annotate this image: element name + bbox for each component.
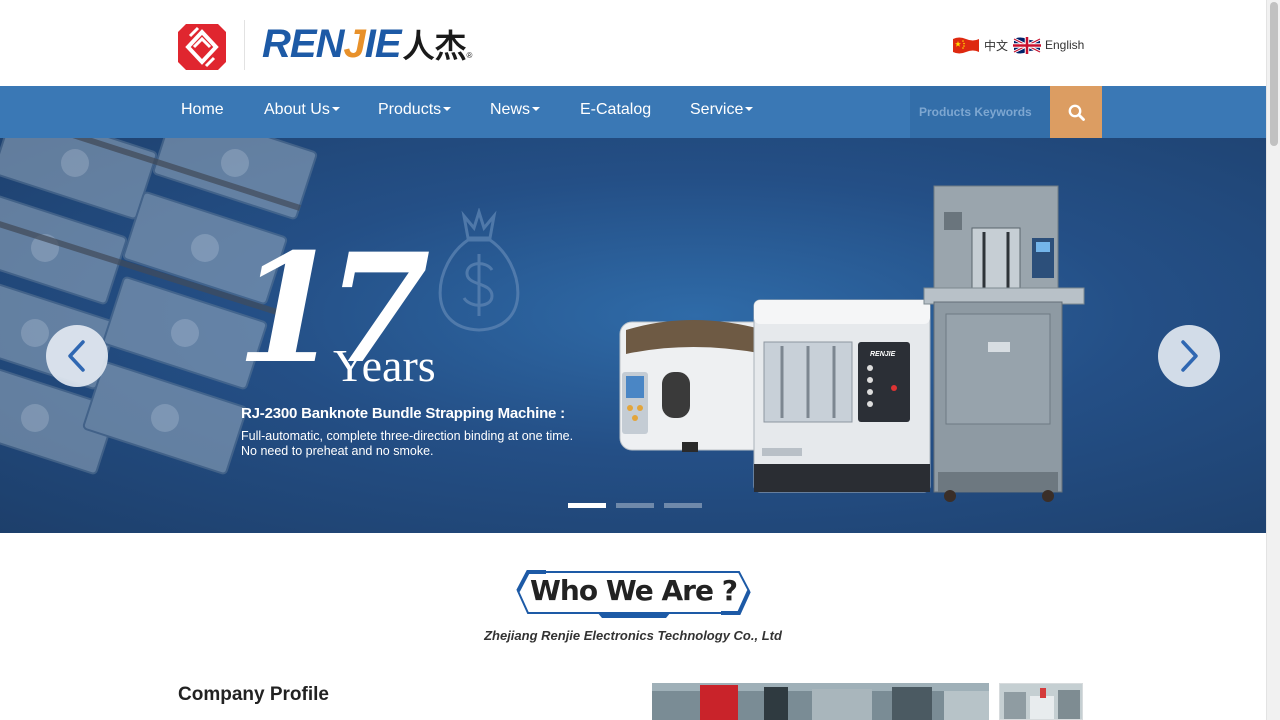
site-logo[interactable]: RENJIE 人杰 ®	[262, 22, 472, 66]
nav-item-label: News	[490, 101, 531, 118]
site-header: RENJIE 人杰 ® 中文 English	[0, 0, 1266, 86]
page-scrollbar[interactable]	[1266, 0, 1280, 720]
banner-product-title: RJ-2300 Banknote Bundle Strapping Machin…	[241, 405, 565, 422]
nav-item-label: Home	[181, 101, 224, 118]
nav-item-service[interactable]: Service	[690, 86, 754, 138]
nav-item-e-catalog[interactable]: E-Catalog	[580, 86, 651, 138]
nav-item-about-us[interactable]: About Us	[264, 86, 340, 138]
language-english-link[interactable]: English	[1013, 36, 1084, 54]
hero-banner: 17 Years RJ-2300 Banknote Bundle Strappi…	[0, 138, 1266, 533]
page: RENJIE 人杰 ® 中文 English Home About Us Pro…	[0, 0, 1266, 720]
factory-workshop-image	[652, 683, 989, 720]
chevron-left-icon	[68, 340, 85, 372]
caret-down-icon	[745, 106, 754, 111]
nav-item-label: Service	[690, 101, 744, 118]
logo-divider	[244, 20, 245, 70]
logo-wordmark: RENJIE	[262, 22, 401, 67]
carousel-prev-button[interactable]	[46, 325, 108, 387]
money-bag-icon	[438, 208, 520, 332]
carousel-dot-3[interactable]	[664, 503, 702, 508]
who-we-are-heading: Who We Are ?	[530, 574, 738, 607]
logo-part-ie: IE	[364, 21, 402, 66]
banner-description-line-1: Full-automatic, complete three-direction…	[241, 429, 574, 443]
logo-part-ren: REN	[262, 21, 344, 66]
language-chinese-label: 中文	[984, 38, 1009, 53]
factory-thumbnail[interactable]	[999, 683, 1083, 720]
factory-thumbnail-image	[1000, 684, 1082, 719]
language-chinese-link[interactable]: 中文	[952, 36, 1008, 54]
caret-down-icon	[443, 106, 452, 111]
search-icon	[1068, 104, 1085, 121]
caret-down-icon	[532, 106, 541, 111]
small-strapping-machine	[619, 320, 771, 452]
nav-item-label: About Us	[264, 101, 330, 118]
years-word: Years	[333, 340, 436, 391]
strapping-machines-image: RENJIE	[619, 185, 1085, 502]
medium-strapping-machine: RENJIE	[753, 299, 931, 493]
china-flag-icon	[953, 37, 979, 54]
caret-down-icon	[331, 106, 340, 111]
search-box	[910, 86, 1050, 138]
language-english-label: English	[1045, 38, 1085, 52]
search-button[interactable]	[1050, 86, 1102, 138]
company-profile-heading: Company Profile	[178, 684, 329, 705]
nav-item-home[interactable]: Home	[181, 86, 224, 138]
company-name: Zhejiang Renjie Electronics Technology C…	[484, 628, 782, 643]
chevron-right-icon	[1181, 340, 1198, 372]
nav-item-label: E-Catalog	[580, 101, 652, 118]
carousel-indicators	[568, 503, 702, 508]
logo-part-j: J	[343, 21, 365, 66]
nav-item-products[interactable]: Products	[378, 86, 452, 138]
carousel-next-button[interactable]	[1158, 325, 1220, 387]
uk-flag-icon	[1013, 37, 1041, 54]
nav-item-news[interactable]: News	[490, 86, 541, 138]
carousel-dot-1[interactable]	[568, 503, 606, 508]
main-nav: Home About Us Products News E-Catalog Se…	[0, 86, 1266, 138]
banner-description-line-2: No need to preheat and no smoke.	[241, 444, 434, 458]
search-input[interactable]	[910, 86, 1050, 138]
registered-mark: ®	[466, 51, 473, 60]
renjie-logo-mark-icon[interactable]	[178, 24, 226, 70]
scrollbar-thumb[interactable]	[1270, 2, 1278, 146]
tall-strapping-machine	[923, 185, 1085, 502]
nav-item-label: Products	[378, 101, 442, 118]
who-we-are-badge: Who We Are ?	[516, 570, 751, 620]
carousel-dot-2[interactable]	[616, 503, 654, 508]
machine-badge: RENJIE	[870, 351, 896, 358]
factory-photo[interactable]	[652, 683, 989, 720]
logo-chinese-name: 人杰	[402, 27, 467, 65]
